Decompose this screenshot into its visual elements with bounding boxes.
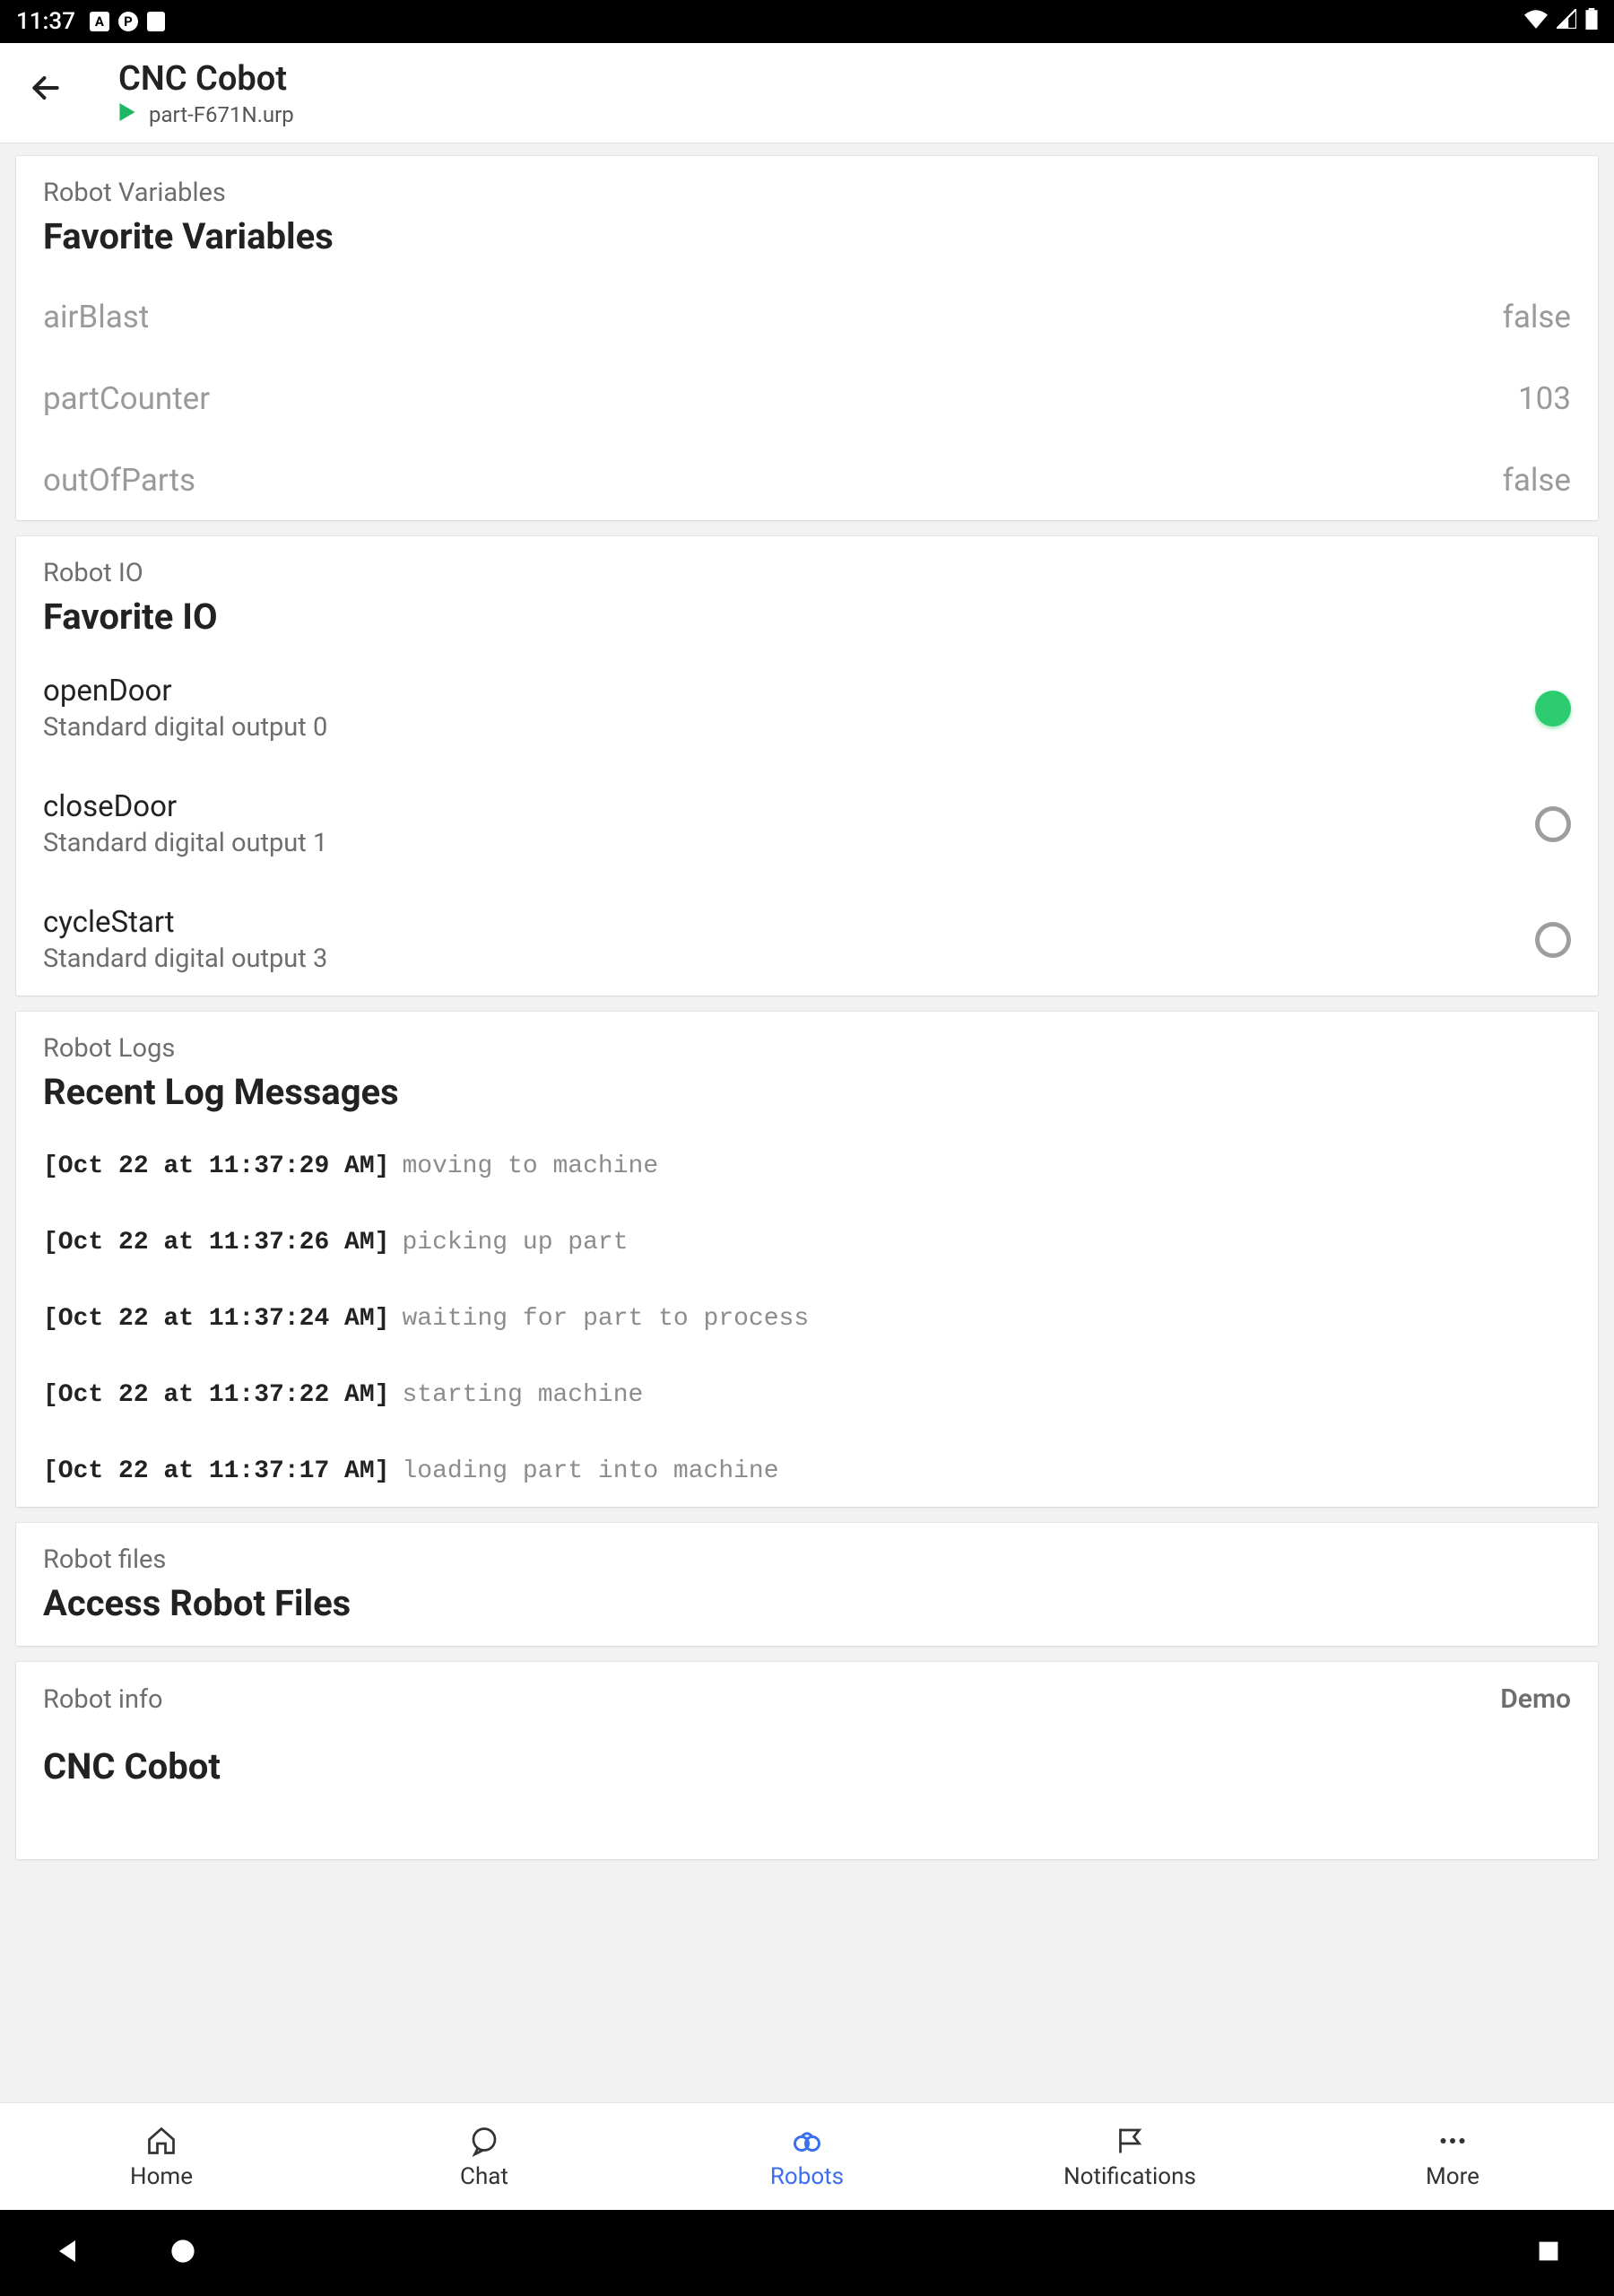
- home-icon: [145, 2124, 178, 2158]
- info-robot-name: CNC Cobot: [43, 1745, 1571, 1787]
- back-button[interactable]: [18, 71, 74, 115]
- variables-section-label: Robot Variables: [43, 178, 1571, 208]
- files-section-title: Access Robot Files: [43, 1582, 1571, 1624]
- files-section-label: Robot files: [43, 1544, 1571, 1575]
- nav-home[interactable]: Home: [0, 2103, 323, 2210]
- system-nav-bar: [0, 2210, 1614, 2296]
- sys-back-button[interactable]: [54, 2238, 81, 2268]
- status-time: 11:37: [16, 8, 75, 35]
- status-square-icon-a: A: [90, 12, 109, 31]
- info-section-label: Robot info: [43, 1684, 163, 1715]
- nav-notifications-label: Notifications: [1063, 2163, 1196, 2190]
- battery-icon: [1585, 8, 1598, 36]
- log-message: waiting for part to process: [402, 1305, 809, 1333]
- variable-name: outOfParts: [43, 462, 195, 499]
- chat-icon: [468, 2124, 500, 2158]
- status-card-icon: [147, 12, 165, 31]
- io-row[interactable]: cycleStart Standard digital output 3: [43, 905, 1571, 974]
- nav-more-label: More: [1426, 2163, 1480, 2190]
- log-message: loading part into machine: [402, 1457, 778, 1485]
- nav-robots[interactable]: Robots: [646, 2103, 968, 2210]
- variable-row[interactable]: partCounter 103: [43, 380, 1571, 417]
- io-section-label: Robot IO: [43, 558, 1571, 588]
- nav-robots-label: Robots: [770, 2163, 844, 2190]
- logs-section-label: Robot Logs: [43, 1033, 1571, 1064]
- wifi-icon: [1524, 8, 1548, 35]
- io-status-indicator: [1535, 806, 1571, 842]
- io-desc: Standard digital output 3: [43, 944, 327, 974]
- nav-notifications[interactable]: Notifications: [968, 2103, 1291, 2210]
- play-icon: [118, 103, 136, 126]
- log-timestamp: [Oct 22 at 11:37:24 AM]: [43, 1305, 389, 1333]
- flag-icon: [1114, 2124, 1146, 2158]
- sys-home-button[interactable]: [170, 2239, 195, 2267]
- log-message: moving to machine: [402, 1152, 658, 1180]
- nav-chat-label: Chat: [460, 2163, 508, 2190]
- variable-value: false: [1503, 462, 1571, 499]
- nav-chat[interactable]: Chat: [323, 2103, 646, 2210]
- variable-row[interactable]: airBlast false: [43, 299, 1571, 335]
- log-row: [Oct 22 at 11:37:22 AM] starting machine: [43, 1381, 1571, 1409]
- io-name: openDoor: [43, 674, 327, 709]
- variable-value: false: [1503, 299, 1571, 335]
- log-timestamp: [Oct 22 at 11:37:17 AM]: [43, 1457, 389, 1485]
- log-row: [Oct 22 at 11:37:24 AM] waiting for part …: [43, 1305, 1571, 1333]
- log-message: starting machine: [402, 1381, 643, 1409]
- variable-row[interactable]: outOfParts false: [43, 462, 1571, 499]
- files-card[interactable]: Robot files Access Robot Files: [16, 1523, 1598, 1646]
- log-timestamp: [Oct 22 at 11:37:26 AM]: [43, 1229, 389, 1257]
- info-card[interactable]: Robot info Demo CNC Cobot: [16, 1662, 1598, 1859]
- io-row[interactable]: closeDoor Standard digital output 1: [43, 789, 1571, 858]
- robots-icon: [791, 2124, 823, 2158]
- signal-icon: [1557, 8, 1576, 35]
- log-timestamp: [Oct 22 at 11:37:22 AM]: [43, 1381, 389, 1409]
- header-filename: part-F671N.urp: [149, 102, 294, 127]
- io-status-indicator: [1535, 922, 1571, 958]
- log-timestamp: [Oct 22 at 11:37:29 AM]: [43, 1152, 389, 1180]
- sys-recent-button[interactable]: [1537, 2239, 1560, 2266]
- nav-home-label: Home: [130, 2163, 193, 2190]
- content-scroll[interactable]: Robot Variables Favorite Variables airBl…: [0, 144, 1614, 2102]
- log-row: [Oct 22 at 11:37:29 AM] moving to machine: [43, 1152, 1571, 1180]
- io-card[interactable]: Robot IO Favorite IO openDoorStandard di…: [16, 536, 1598, 996]
- io-desc: Standard digital output 1: [43, 828, 327, 858]
- status-icons-left: A P: [90, 12, 165, 31]
- io-name: cycleStart: [43, 905, 327, 940]
- bottom-nav: Home Chat Robots Notifications More: [0, 2102, 1614, 2210]
- status-bar: 11:37 A P: [0, 0, 1614, 43]
- io-desc: Standard digital output 0: [43, 712, 327, 743]
- logs-card[interactable]: Robot Logs Recent Log Messages [Oct 22 a…: [16, 1012, 1598, 1507]
- variable-value: 103: [1518, 380, 1571, 417]
- log-row: [Oct 22 at 11:37:17 AM] loading part into…: [43, 1457, 1571, 1485]
- variable-name: airBlast: [43, 299, 149, 335]
- app-header: CNC Cobot part-F671N.urp: [0, 43, 1614, 144]
- log-row: [Oct 22 at 11:37:26 AM] picking up part: [43, 1229, 1571, 1257]
- io-section-title: Favorite IO: [43, 596, 1571, 638]
- more-icon: [1436, 2124, 1469, 2158]
- io-row[interactable]: openDoorStandard digital output 0: [43, 674, 1571, 743]
- variable-name: partCounter: [43, 380, 210, 417]
- variables-card[interactable]: Robot Variables Favorite Variables airBl…: [16, 156, 1598, 520]
- log-message: picking up part: [402, 1229, 628, 1257]
- io-name: closeDoor: [43, 789, 327, 824]
- status-circle-icon: P: [118, 12, 138, 31]
- io-status-indicator: [1535, 691, 1571, 726]
- variables-section-title: Favorite Variables: [43, 215, 1571, 257]
- demo-tag: Demo: [1500, 1683, 1571, 1715]
- page-title: CNC Cobot: [118, 59, 294, 99]
- logs-section-title: Recent Log Messages: [43, 1071, 1571, 1113]
- nav-more[interactable]: More: [1291, 2103, 1614, 2210]
